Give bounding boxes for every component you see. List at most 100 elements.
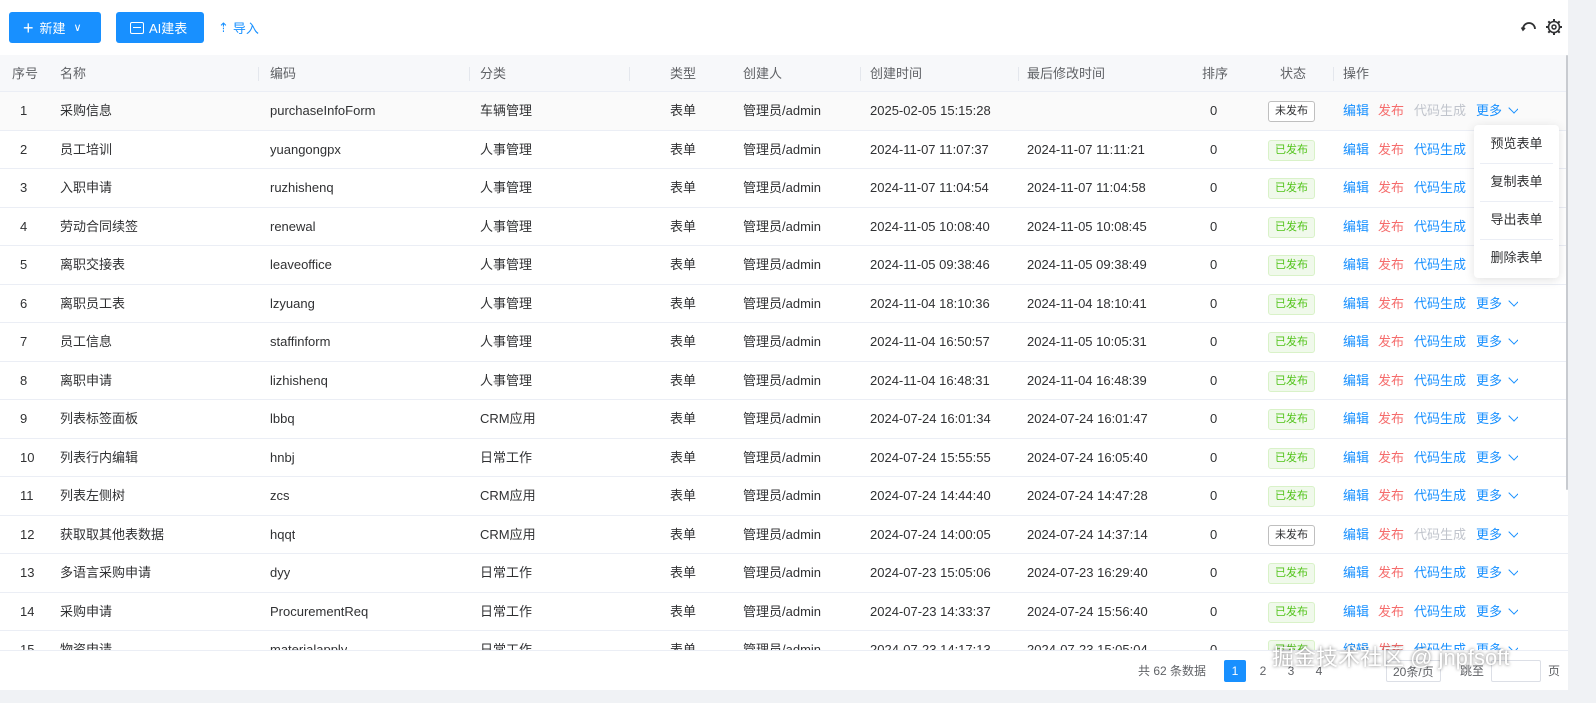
codegen-link[interactable]: 代码生成 [1414, 323, 1466, 361]
more-chevron[interactable] [1504, 554, 1518, 592]
status-badge: 已发布 [1268, 255, 1315, 276]
more-link[interactable]: 更多 [1476, 362, 1502, 400]
more-link[interactable]: 更多 [1476, 516, 1502, 554]
more-link[interactable]: 更多 [1476, 285, 1502, 323]
codegen-link[interactable]: 代码生成 [1414, 131, 1466, 169]
vertical-scrollbar[interactable] [1566, 55, 1568, 490]
row-type: 表单 [670, 372, 697, 388]
edit-link[interactable]: 编辑 [1343, 246, 1369, 284]
codegen-link[interactable]: 代码生成 [1414, 477, 1466, 515]
edit-link[interactable]: 编辑 [1343, 169, 1369, 207]
edit-link[interactable]: 编辑 [1343, 131, 1369, 169]
edit-link[interactable]: 编辑 [1343, 362, 1369, 400]
chevron-down-icon [1508, 102, 1518, 114]
codegen-link[interactable]: 代码生成 [1414, 516, 1466, 554]
codegen-link[interactable]: 代码生成 [1414, 439, 1466, 477]
more-chevron[interactable] [1504, 593, 1518, 631]
row-created-time: 2024-07-24 15:55:55 [870, 449, 991, 465]
import-button[interactable]: ⇡ 导入 [218, 18, 259, 37]
settings-icon[interactable] [1545, 18, 1563, 36]
table-row: 5 离职交接表 leaveoffice 人事管理 表单 管理员/admin 2024-11-… [0, 246, 1568, 285]
publish-link[interactable]: 发布 [1378, 323, 1404, 361]
codegen-link[interactable]: 代码生成 [1414, 400, 1466, 438]
publish-link[interactable]: 发布 [1378, 246, 1404, 284]
ai-table-button-label: AI建表 [149, 21, 188, 36]
row-code: hqqt [270, 526, 296, 542]
column-divider[interactable] [469, 67, 470, 81]
page-2-button[interactable]: 2 [1252, 660, 1274, 682]
publish-link[interactable]: 发布 [1378, 516, 1404, 554]
publish-link[interactable]: 发布 [1378, 92, 1404, 130]
edit-link[interactable]: 编辑 [1343, 516, 1369, 554]
more-chevron[interactable] [1504, 285, 1518, 323]
column-divider[interactable] [1018, 67, 1019, 81]
dropdown-export-form[interactable]: 导出表单 [1474, 201, 1559, 239]
row-name: 列表左侧树 [60, 488, 126, 503]
publish-link[interactable]: 发布 [1378, 477, 1404, 515]
codegen-link[interactable]: 代码生成 [1414, 285, 1466, 323]
more-chevron[interactable] [1504, 477, 1518, 515]
row-created-time: 2024-07-24 14:44:40 [870, 488, 991, 503]
more-chevron[interactable] [1504, 516, 1518, 554]
publish-link[interactable]: 发布 [1378, 593, 1404, 631]
edit-link[interactable]: 编辑 [1343, 477, 1369, 515]
more-chevron[interactable] [1504, 400, 1518, 438]
more-link[interactable]: 更多 [1476, 400, 1502, 438]
refresh-icon[interactable] [1520, 18, 1538, 36]
column-divider[interactable] [629, 67, 630, 81]
edit-link[interactable]: 编辑 [1343, 285, 1369, 323]
row-type: 表单 [670, 565, 697, 580]
codegen-link[interactable]: 代码生成 [1414, 246, 1466, 284]
publish-link[interactable]: 发布 [1378, 131, 1404, 169]
codegen-link[interactable]: 代码生成 [1414, 593, 1466, 631]
more-link[interactable]: 更多 [1476, 593, 1502, 631]
publish-link[interactable]: 发布 [1378, 208, 1404, 246]
column-divider[interactable] [1333, 67, 1334, 81]
row-code: leaveoffice [270, 257, 332, 272]
codegen-link[interactable]: 代码生成 [1414, 554, 1466, 592]
codegen-link[interactable]: 代码生成 [1414, 92, 1466, 130]
more-chevron[interactable] [1504, 323, 1518, 361]
dropdown-preview-form[interactable]: 预览表单 [1474, 125, 1559, 163]
publish-link[interactable]: 发布 [1378, 169, 1404, 207]
header-type: 类型 [670, 66, 697, 81]
edit-link[interactable]: 编辑 [1343, 439, 1369, 477]
row-created-time: 2024-07-24 16:01:34 [870, 411, 991, 426]
more-link[interactable]: 更多 [1476, 554, 1502, 592]
more-chevron[interactable] [1504, 439, 1518, 477]
new-button[interactable]: + 新建 ∨ [9, 12, 101, 43]
row-creator: 管理员/admin [743, 411, 822, 426]
ai-table-button[interactable]: AI建表 [116, 12, 204, 43]
table-row: 4 劳动合同续签 renewal 人事管理 表单 管理员/admin 2024-11-05 … [0, 208, 1568, 246]
row-type: 表单 [670, 488, 697, 503]
more-link[interactable]: 更多 [1476, 477, 1502, 515]
column-divider[interactable] [258, 67, 259, 81]
publish-link[interactable]: 发布 [1378, 439, 1404, 477]
edit-link[interactable]: 编辑 [1343, 92, 1369, 130]
publish-link[interactable]: 发布 [1378, 285, 1404, 323]
edit-link[interactable]: 编辑 [1343, 400, 1369, 438]
row-index: 14 [20, 603, 35, 619]
row-index: 6 [20, 295, 28, 311]
status-badge: 已发布 [1268, 370, 1315, 392]
dropdown-copy-form[interactable]: 复制表单 [1474, 163, 1559, 201]
dropdown-delete-form[interactable]: 删除表单 [1474, 239, 1559, 277]
publish-link[interactable]: 发布 [1378, 554, 1404, 592]
edit-link[interactable]: 编辑 [1343, 208, 1369, 246]
row-category: CRM应用 [480, 488, 536, 503]
publish-link[interactable]: 发布 [1378, 362, 1404, 400]
more-chevron[interactable] [1504, 362, 1518, 400]
page-1-button[interactable]: 1 [1224, 660, 1246, 682]
column-divider[interactable] [860, 67, 861, 81]
codegen-link[interactable]: 代码生成 [1414, 208, 1466, 246]
more-link[interactable]: 更多 [1476, 323, 1502, 361]
edit-link[interactable]: 编辑 [1343, 323, 1369, 361]
header-code: 编码 [270, 66, 297, 81]
edit-link[interactable]: 编辑 [1343, 593, 1369, 631]
more-link[interactable]: 更多 [1476, 439, 1502, 477]
codegen-link[interactable]: 代码生成 [1414, 169, 1466, 207]
codegen-link[interactable]: 代码生成 [1414, 362, 1466, 400]
publish-link[interactable]: 发布 [1378, 400, 1404, 438]
edit-link[interactable]: 编辑 [1343, 554, 1369, 592]
row-type: 表单 [670, 218, 697, 234]
